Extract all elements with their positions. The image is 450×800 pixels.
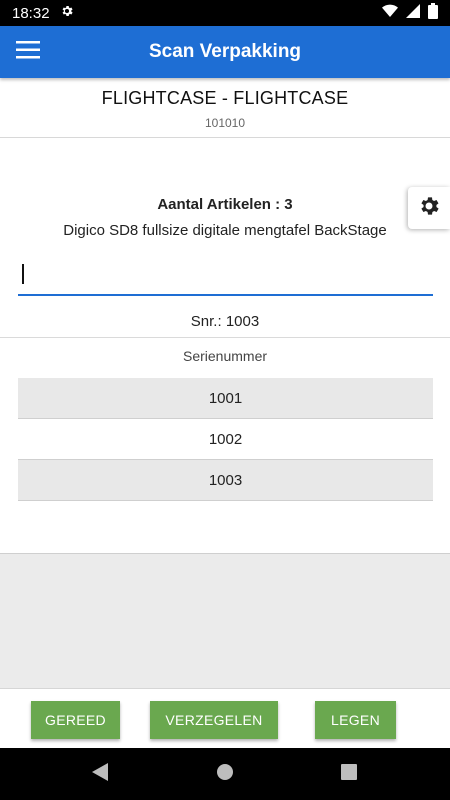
scan-input[interactable] [18,256,433,296]
case-title: FLIGHTCASE - FLIGHTCASE [101,88,349,108]
serial-row[interactable]: 1001 [18,378,433,419]
seal-button[interactable]: VERZEGELEN [150,701,278,739]
home-circle-icon [216,763,234,786]
case-header: FLIGHTCASE - FLIGHTCASE 101010 [0,80,450,138]
status-time: 18:32 [12,4,50,22]
battery-icon [428,3,438,23]
serial-row[interactable]: 1003 [18,460,433,501]
serial-row[interactable]: 1002 [18,419,433,460]
navigation-bar [0,748,450,800]
back-triangle-icon [92,762,108,786]
empty-button[interactable]: LEGEN [315,701,396,739]
recents-square-icon [341,763,357,785]
article-name: Digico SD8 fullsize digitale mengtafel B… [63,222,387,239]
divider [0,337,450,338]
hamburger-menu-icon [16,40,40,64]
recents-button[interactable] [337,762,361,786]
action-bar: GEREED VERZEGELEN LEGEN [0,688,450,748]
case-code: 101010 [204,116,246,130]
wifi-icon [382,4,398,22]
cellular-icon [406,4,420,22]
menu-button[interactable] [0,26,56,78]
serial-number-label: Snr.: 1003 [190,313,260,330]
app-bar: Scan Verpakking [0,26,450,78]
ready-button[interactable]: GEREED [31,701,120,739]
gear-icon [60,4,74,22]
back-button[interactable] [88,762,112,786]
text-cursor [22,264,24,284]
status-bar: 18:32 [0,0,450,26]
empty-area [0,553,450,688]
serial-list-header: Serienummer [182,348,268,364]
serial-list: 1001 1002 1003 [18,378,433,501]
app-bar-title: Scan Verpakking [148,41,302,62]
article-count: Aantal Artikelen : 3 [157,196,293,213]
home-button[interactable] [213,762,237,786]
